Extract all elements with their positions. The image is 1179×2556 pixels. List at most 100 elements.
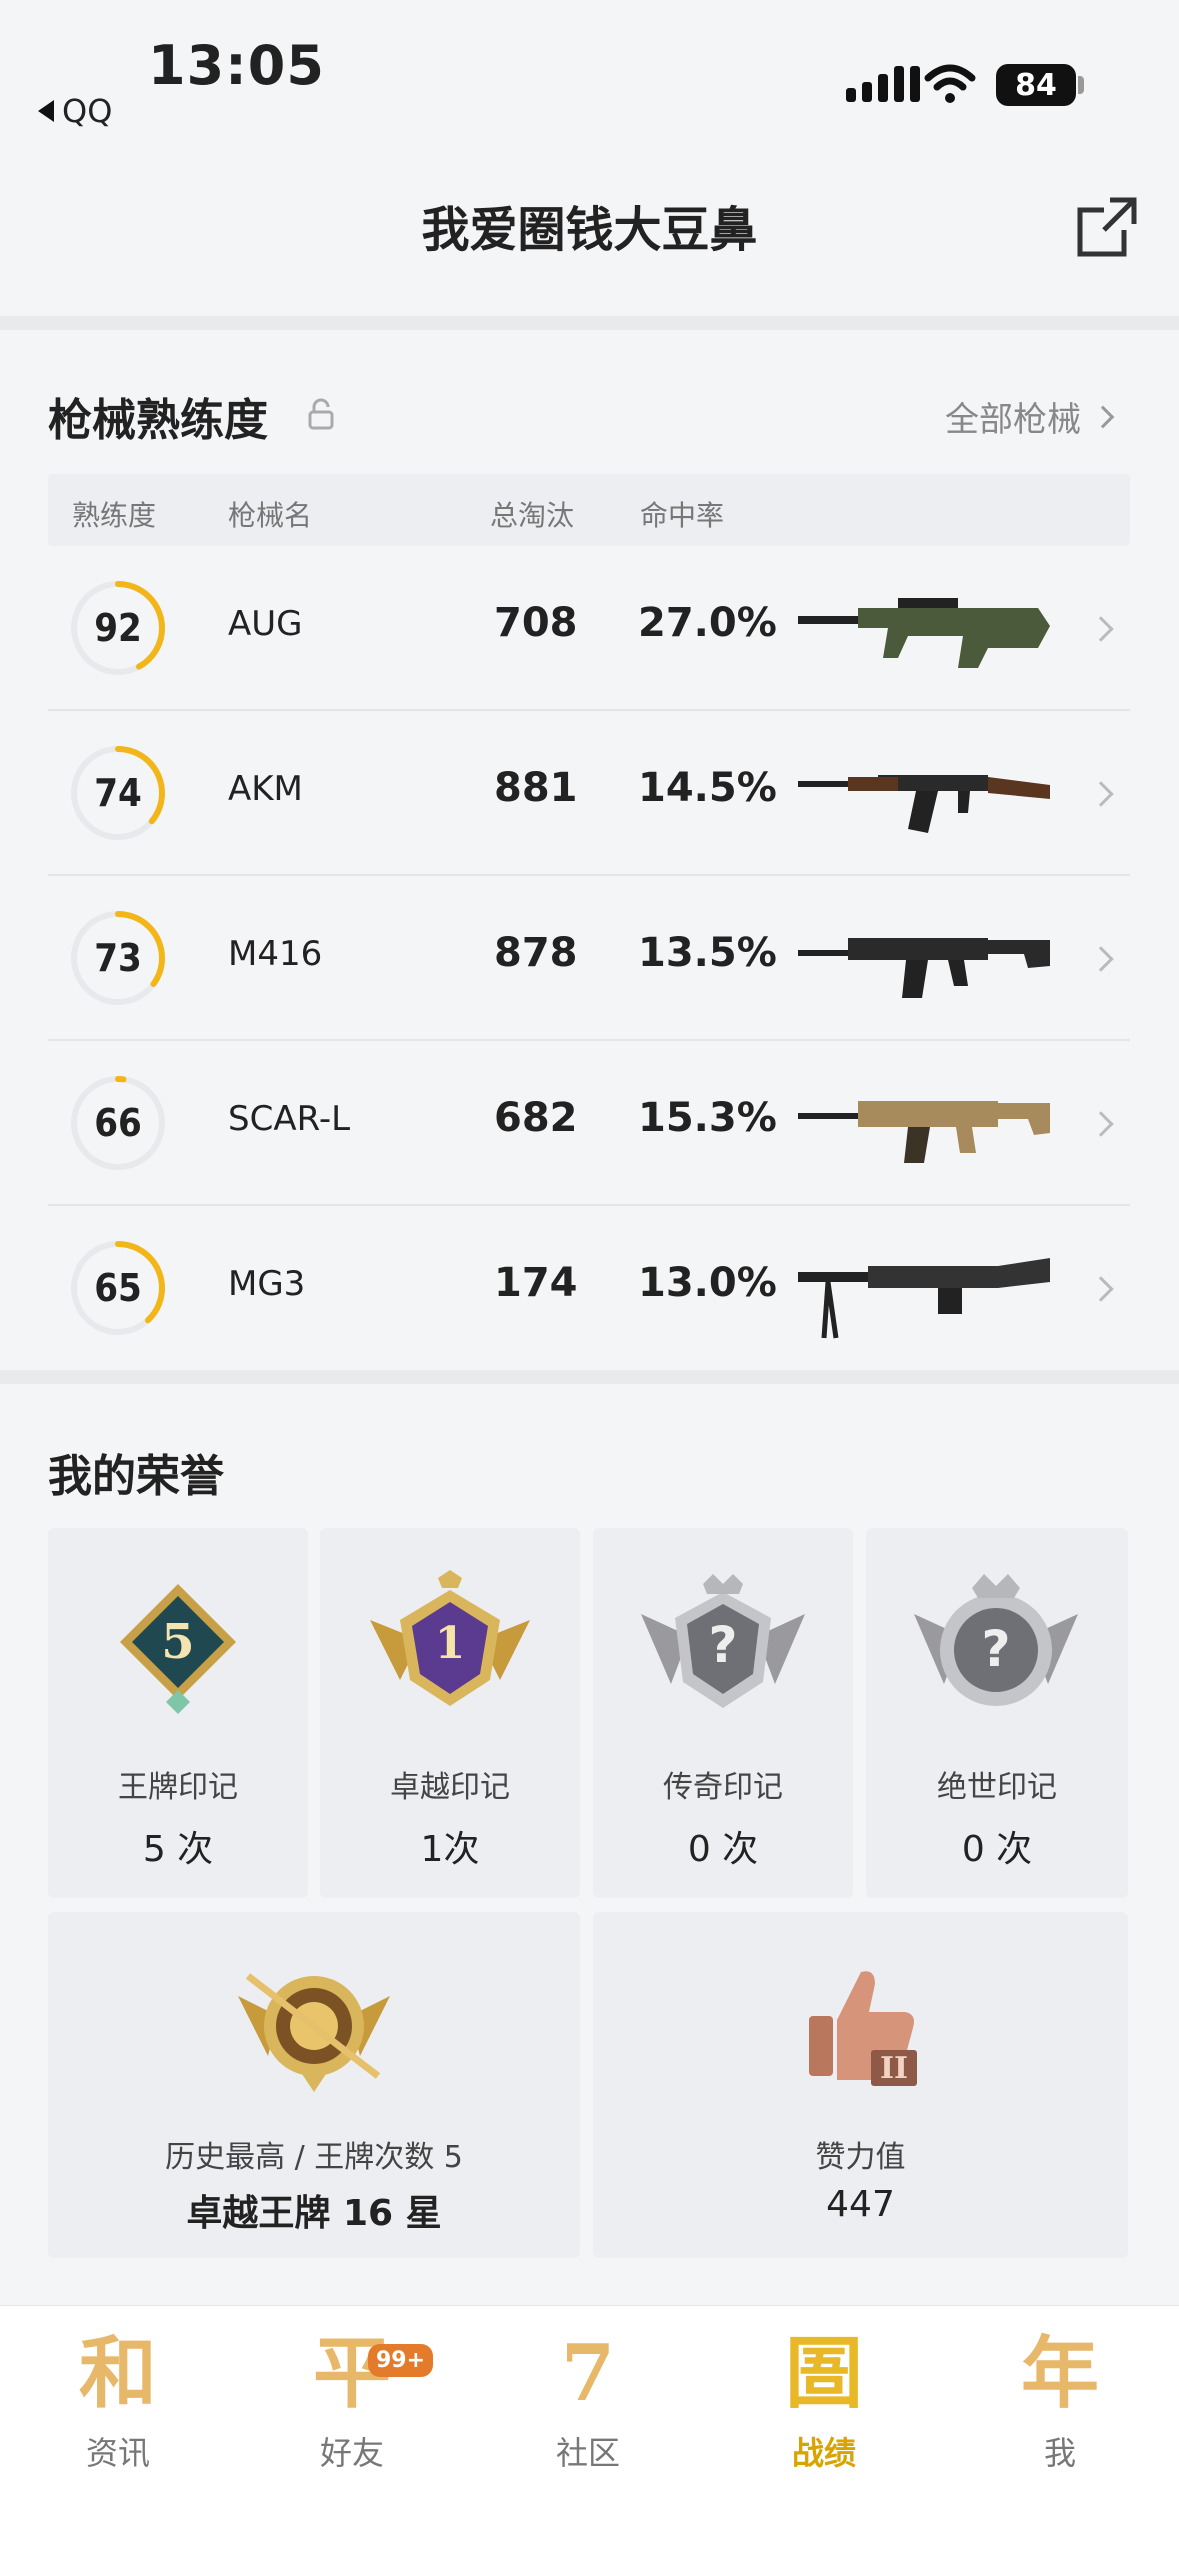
- tab-label: 社区: [555, 2434, 620, 2472]
- col-total-kills: 总淘汰: [490, 499, 575, 532]
- peerless-badge-mark: ?: [981, 1620, 1010, 1678]
- section-divider: [0, 1370, 1179, 1384]
- legend-mark-card[interactable]: ? 传奇印记 0 次: [593, 1528, 853, 1898]
- highest-rank-card[interactable]: 历史最高 / 王牌次数 5 卓越王牌 16 星: [48, 1912, 580, 2258]
- weapon-hit-rate: 27.0%: [638, 600, 777, 646]
- weapon-kills: 174: [494, 1260, 578, 1306]
- weapon-hit-rate: 13.5%: [638, 930, 777, 976]
- weapon-kills: 708: [494, 600, 578, 646]
- proficiency-value: 73: [94, 936, 142, 980]
- weapon-row-scar-l[interactable]: 66 SCAR-L 682 15.3%: [48, 1041, 1130, 1206]
- tab-label: 资讯: [85, 2434, 150, 2472]
- ace-badge-number: 5: [161, 1614, 194, 1670]
- proficiency-value: 65: [94, 1266, 142, 1310]
- weapon-table-header: 熟练度 枪械名 总淘汰 命中率: [48, 474, 1130, 546]
- share-icon[interactable]: [1074, 196, 1138, 260]
- weapon-row-mg3[interactable]: 65 MG3 174 13.0%: [48, 1206, 1130, 1371]
- page-title: 我爱圈钱大豆鼻: [421, 202, 758, 258]
- weapon-row-akm[interactable]: 74 AKM 881 14.5%: [48, 711, 1130, 876]
- status-time: 13:05: [148, 34, 325, 97]
- ace-rank-emblem-icon: [238, 1973, 390, 2092]
- page-header: 我爱圈钱大豆鼻: [0, 160, 1179, 300]
- bottom-tab-bar: 和 资讯 平 好友 99+ 7 社区 圄 战绩 年 我: [0, 2305, 1179, 2556]
- likes-label: 赞力值: [815, 2140, 906, 2175]
- row-chevron-icon: [1088, 946, 1114, 972]
- weapon-name: MG3: [228, 1264, 306, 1304]
- proficiency-value: 74: [94, 771, 142, 815]
- weapon-kills: 881: [494, 765, 578, 811]
- mark-label: 王牌印记: [118, 1770, 238, 1805]
- tab-label: 好友: [319, 2434, 384, 2472]
- weapon-row-aug[interactable]: 92 AUG 708 27.0%: [48, 546, 1130, 711]
- weapon-row-m416[interactable]: 73 M416 878 13.5%: [48, 876, 1130, 1041]
- excellence-mark-badge-icon: 1: [370, 1570, 530, 1706]
- status-bar: 13:05 QQ 84: [0, 0, 1179, 130]
- news-tab-icon: 和: [78, 2328, 157, 2419]
- weapon-proficiency-title: 枪械熟练度: [48, 395, 268, 446]
- proficiency-value: 92: [94, 606, 142, 650]
- weapon-hit-rate: 15.3%: [638, 1095, 777, 1141]
- row-chevron-icon: [1088, 781, 1114, 807]
- legend-mark-badge-icon: ?: [641, 1574, 805, 1708]
- col-weapon-name: 枪械名: [228, 499, 313, 532]
- all-weapons-link[interactable]: 全部枪械: [945, 392, 1115, 441]
- weapon-hit-rate: 14.5%: [638, 765, 777, 811]
- notification-badge: 99+: [368, 2344, 434, 2377]
- tab-me[interactable]: 年 我: [980, 2326, 1140, 2474]
- all-weapons-label: 全部枪械: [945, 400, 1081, 440]
- community-tab-icon: 7: [560, 2328, 616, 2419]
- peerless-mark-badge-icon: ?: [914, 1574, 1078, 1706]
- highest-rank-label: 历史最高 / 王牌次数 5: [165, 2140, 463, 2175]
- records-tab-icon: 圄: [784, 2328, 863, 2419]
- legend-badge-mark: ?: [708, 1616, 737, 1674]
- back-to-app-link[interactable]: QQ: [38, 92, 112, 130]
- chevron-right-icon: [1091, 405, 1115, 428]
- mark-count: 1次: [420, 1829, 480, 1870]
- scar-l-rifle-icon: [798, 1101, 1050, 1163]
- back-triangle-icon: [38, 100, 54, 122]
- row-chevron-icon: [1088, 1111, 1114, 1137]
- row-chevron-icon: [1088, 1276, 1114, 1302]
- mark-count: 0 次: [687, 1829, 759, 1870]
- mark-label: 传奇印记: [663, 1770, 783, 1805]
- svg-text:II: II: [880, 2051, 908, 2086]
- excellence-mark-card[interactable]: 1 卓越印记 1次: [320, 1528, 580, 1898]
- battery-icon: 84: [996, 64, 1076, 106]
- cellular-signal-icon: [846, 66, 920, 102]
- peerless-mark-card[interactable]: ? 绝世印记 0 次: [866, 1528, 1128, 1898]
- tab-news[interactable]: 和 资讯: [38, 2326, 198, 2474]
- wifi-icon: [924, 64, 976, 103]
- weapon-kills: 682: [494, 1095, 578, 1141]
- weapon-name: M416: [228, 934, 323, 974]
- excellence-badge-number: 1: [435, 1618, 466, 1669]
- tab-community[interactable]: 7 社区: [508, 2326, 668, 2474]
- mg3-machine-gun-icon: [798, 1258, 1050, 1339]
- akm-rifle-icon: [798, 775, 1050, 833]
- lock-icon[interactable]: [306, 398, 336, 432]
- weapon-name: SCAR-L: [228, 1099, 351, 1139]
- mark-label: 绝世印记: [937, 1770, 1057, 1805]
- battery-tip: [1078, 76, 1084, 94]
- thumbs-up-icon: II: [809, 1971, 917, 2086]
- weapon-hit-rate: 13.0%: [638, 1260, 777, 1306]
- back-app-label: QQ: [62, 92, 113, 130]
- tab-records[interactable]: 圄 战绩: [744, 2326, 904, 2474]
- ace-mark-badge-icon: 5: [120, 1584, 236, 1714]
- likes-value: 447: [826, 2184, 895, 2225]
- likes-card[interactable]: II 赞力值 447: [593, 1912, 1128, 2258]
- weapon-name: AUG: [228, 604, 303, 644]
- row-chevron-icon: [1088, 616, 1114, 642]
- me-tab-icon: 年: [1020, 2328, 1099, 2419]
- aug-rifle-icon: [798, 598, 1050, 668]
- mark-label: 卓越印记: [390, 1770, 510, 1805]
- proficiency-value: 66: [94, 1101, 142, 1145]
- weapon-kills: 878: [494, 930, 578, 976]
- tab-label: 战绩: [791, 2434, 856, 2472]
- mark-count: 0 次: [961, 1829, 1033, 1870]
- weapon-name: AKM: [228, 769, 303, 809]
- tab-friends[interactable]: 平 好友 99+: [272, 2326, 434, 2474]
- highest-rank-value: 卓越王牌 16 星: [186, 2193, 442, 2234]
- m416-rifle-icon: [798, 938, 1050, 998]
- ace-mark-card[interactable]: 5 王牌印记 5 次: [48, 1528, 308, 1898]
- mark-count: 5 次: [142, 1829, 214, 1870]
